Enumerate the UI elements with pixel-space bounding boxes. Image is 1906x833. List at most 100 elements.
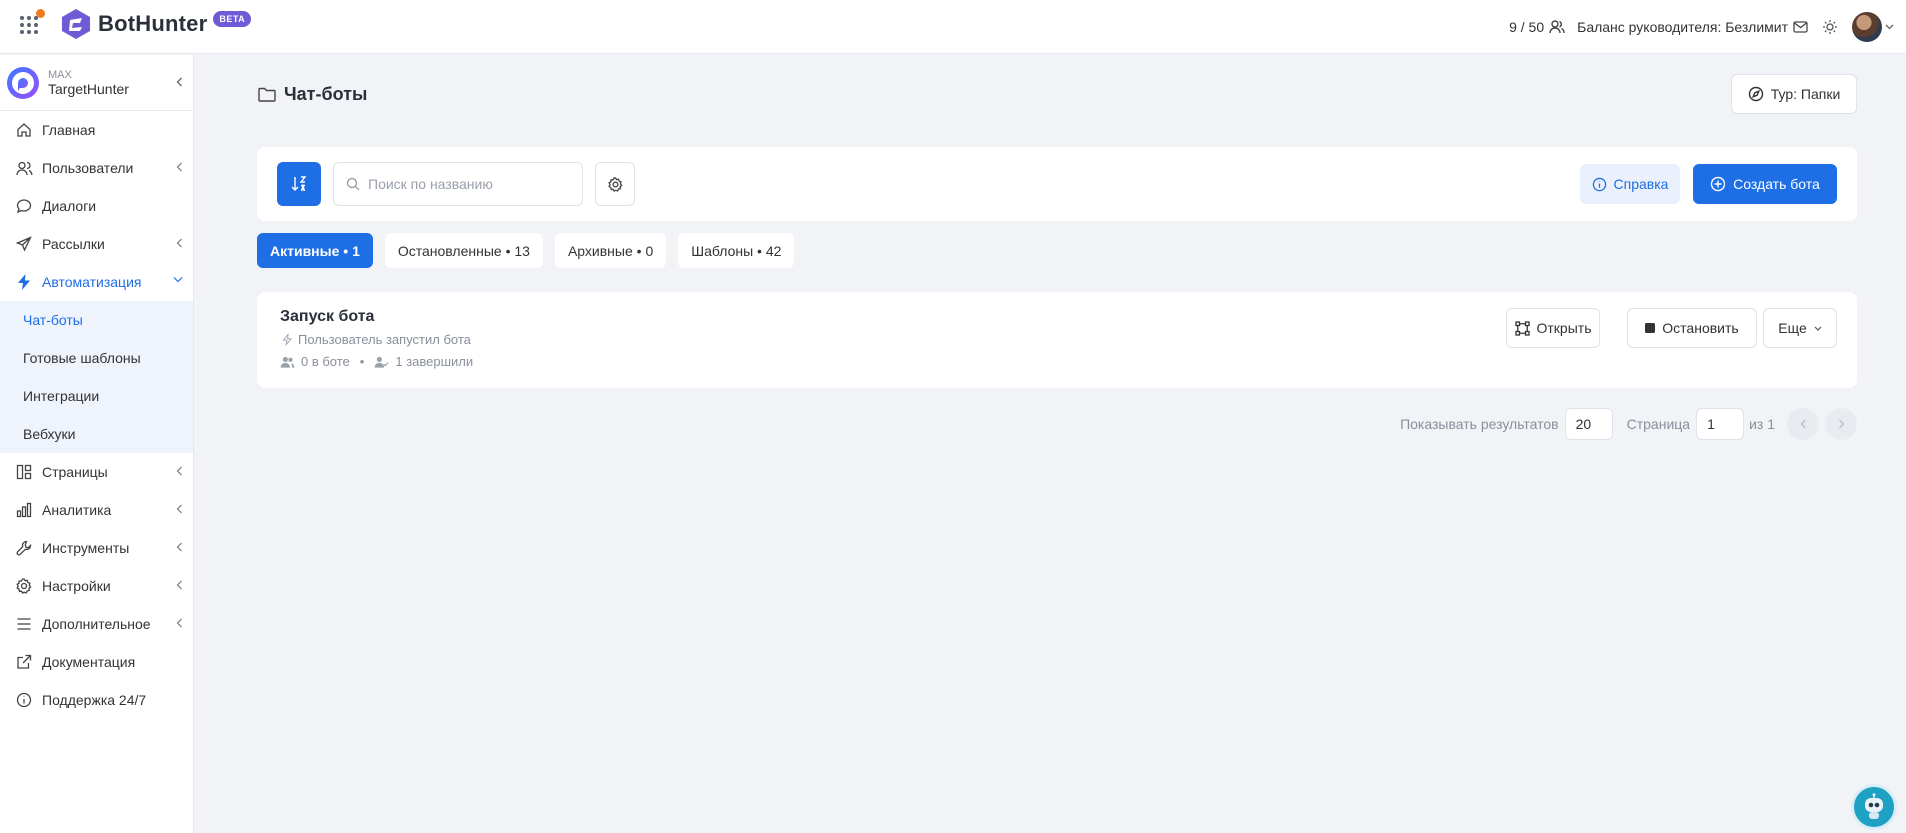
sidebar-item-documentation[interactable]: Документация xyxy=(0,643,193,681)
sidebar-item-home[interactable]: Главная xyxy=(0,111,193,149)
search-input[interactable] xyxy=(368,176,568,192)
sidebar-subitem-chatbots[interactable]: Чат-боты xyxy=(0,301,193,339)
sidebar-item-label: Инструменты xyxy=(42,540,130,556)
wrench-icon xyxy=(14,538,34,558)
sidebar-item-dialogs[interactable]: Диалоги xyxy=(0,187,193,225)
sort-button[interactable] xyxy=(277,162,321,206)
filter-settings-button[interactable] xyxy=(595,162,635,206)
external-link-icon xyxy=(14,652,34,672)
page-number-input[interactable]: 1 xyxy=(1696,408,1745,440)
apps-grid-icon[interactable] xyxy=(18,14,40,36)
bot-stats: 0 в боте • 1 завершили xyxy=(280,354,473,369)
open-bot-button[interactable]: Открыть xyxy=(1506,308,1600,348)
tab-stopped[interactable]: Остановленные • 13 xyxy=(384,233,543,268)
top-bar: BotHunter BETA 9 / 50 Баланс руководител… xyxy=(0,0,1906,54)
create-label: Создать бота xyxy=(1733,176,1820,192)
sidebar-item-additional[interactable]: Дополнительное xyxy=(0,605,193,643)
sidebar-item-label: Рассылки xyxy=(42,236,105,252)
lightning-icon xyxy=(282,333,292,346)
info-icon xyxy=(1592,177,1606,191)
sidebar-item-users[interactable]: Пользователи xyxy=(0,149,193,187)
tab-active[interactable]: Активные • 1 xyxy=(257,233,373,268)
bot-card: Запуск бота Пользователь запустил бота 0… xyxy=(257,292,1857,388)
sidebar-item-support[interactable]: Поддержка 24/7 xyxy=(0,681,193,719)
chevron-down-icon xyxy=(173,277,183,283)
sidebar-item-label: Документация xyxy=(42,654,136,670)
quota-text: 9 / 50 xyxy=(1509,19,1545,35)
stop-bot-button[interactable]: Остановить xyxy=(1627,308,1757,348)
next-page-button[interactable] xyxy=(1825,408,1857,440)
compass-icon xyxy=(1748,86,1763,102)
robot-icon xyxy=(1865,793,1883,819)
sidebar-item-tools[interactable]: Инструменты xyxy=(0,529,193,567)
automation-submenu: Чат-боты Готовые шаблоны Интеграции Вебх… xyxy=(0,301,193,453)
status-tabs: Активные • 1 Остановленные • 13 Архивные… xyxy=(257,233,795,268)
prev-page-button[interactable] xyxy=(1787,408,1819,440)
more-label: Еще xyxy=(1778,320,1807,336)
chevron-down-icon[interactable] xyxy=(1885,24,1894,30)
user-avatar[interactable] xyxy=(1852,12,1882,42)
search-field[interactable] xyxy=(333,162,583,206)
help-button[interactable]: Справка xyxy=(1580,164,1680,204)
sidebar-item-label: Дополнительное xyxy=(42,616,151,632)
home-icon xyxy=(14,120,34,140)
chevron-left-icon xyxy=(1800,419,1806,429)
beta-badge: BETA xyxy=(213,11,252,27)
page-label: Страница xyxy=(1626,416,1691,432)
leader-balance[interactable]: Баланс руководителя: Безлимит xyxy=(1577,19,1808,35)
sort-icon xyxy=(291,176,307,192)
per-page-input[interactable]: 20 xyxy=(1564,408,1613,440)
sidebar-subitem-integrations[interactable]: Интеграции xyxy=(0,377,193,415)
user-check-icon xyxy=(375,356,389,368)
bot-in-bot: 0 в боте xyxy=(301,354,350,369)
sidebar-item-automation[interactable]: Автоматизация xyxy=(0,263,193,301)
page-title-text: Чат-боты xyxy=(284,84,368,104)
info-icon xyxy=(14,690,34,710)
more-actions-button[interactable]: Еще xyxy=(1763,308,1837,348)
account-switcher[interactable]: MAX TargetHunter xyxy=(0,55,193,111)
sidebar-item-label: Автоматизация xyxy=(42,274,142,290)
gear-icon xyxy=(14,576,34,596)
balance-text: Баланс руководителя: Безлимит xyxy=(1577,19,1788,35)
chevron-down-icon xyxy=(1814,326,1822,331)
chevron-left-icon xyxy=(176,162,182,172)
sidebar-item-label: Настройки xyxy=(42,578,111,594)
chevron-left-icon xyxy=(176,466,182,476)
bot-name[interactable]: Запуск бота xyxy=(280,308,374,326)
account-name: TargetHunter xyxy=(48,80,129,97)
chevron-left-icon xyxy=(176,580,182,590)
create-bot-button[interactable]: Создать бота xyxy=(1693,164,1837,204)
sidebar-item-settings[interactable]: Настройки xyxy=(0,567,193,605)
users-icon xyxy=(14,158,34,178)
sidebar-item-pages[interactable]: Страницы xyxy=(0,453,193,491)
lightning-icon xyxy=(14,272,34,292)
chevron-left-icon[interactable] xyxy=(176,77,183,87)
logo[interactable]: BotHunter BETA xyxy=(60,8,252,40)
bot-completed: 1 завершили xyxy=(395,354,474,369)
sidebar: MAX TargetHunter Главная Пользователи Ди… xyxy=(0,55,194,833)
mail-icon xyxy=(1793,21,1808,33)
tab-templates[interactable]: Шаблоны • 42 xyxy=(678,233,795,268)
tab-archived[interactable]: Архивные • 0 xyxy=(554,233,667,268)
bot-trigger-text: Пользователь запустил бота xyxy=(298,332,471,347)
assistant-robot-button[interactable] xyxy=(1851,784,1897,830)
bothunter-logo-icon xyxy=(62,9,90,39)
sidebar-item-label: Диалоги xyxy=(42,198,97,214)
theme-toggle-sun-icon[interactable] xyxy=(1822,19,1838,35)
sidebar-item-mailings[interactable]: Рассылки xyxy=(0,225,193,263)
per-page-label: Показывать результатов xyxy=(1400,416,1559,432)
search-icon xyxy=(346,177,360,191)
sidebar-item-label: Аналитика xyxy=(42,502,112,518)
help-label: Справка xyxy=(1613,176,1669,192)
sidebar-subitem-templates[interactable]: Готовые шаблоны xyxy=(0,339,193,377)
tour-folders-button[interactable]: Тур: Папки xyxy=(1731,74,1857,114)
account-platform: MAX xyxy=(48,68,72,81)
chat-bubble-icon xyxy=(14,196,34,216)
gear-icon xyxy=(607,176,623,192)
tour-label: Тур: Папки xyxy=(1770,86,1841,102)
user-quota[interactable]: 9 / 50 xyxy=(1509,19,1565,35)
pagination: Показывать результатов 20 Страница 1 из … xyxy=(1400,408,1857,440)
chevron-left-icon xyxy=(176,238,182,248)
sidebar-subitem-webhooks[interactable]: Вебхуки xyxy=(0,415,193,453)
sidebar-item-analytics[interactable]: Аналитика xyxy=(0,491,193,529)
